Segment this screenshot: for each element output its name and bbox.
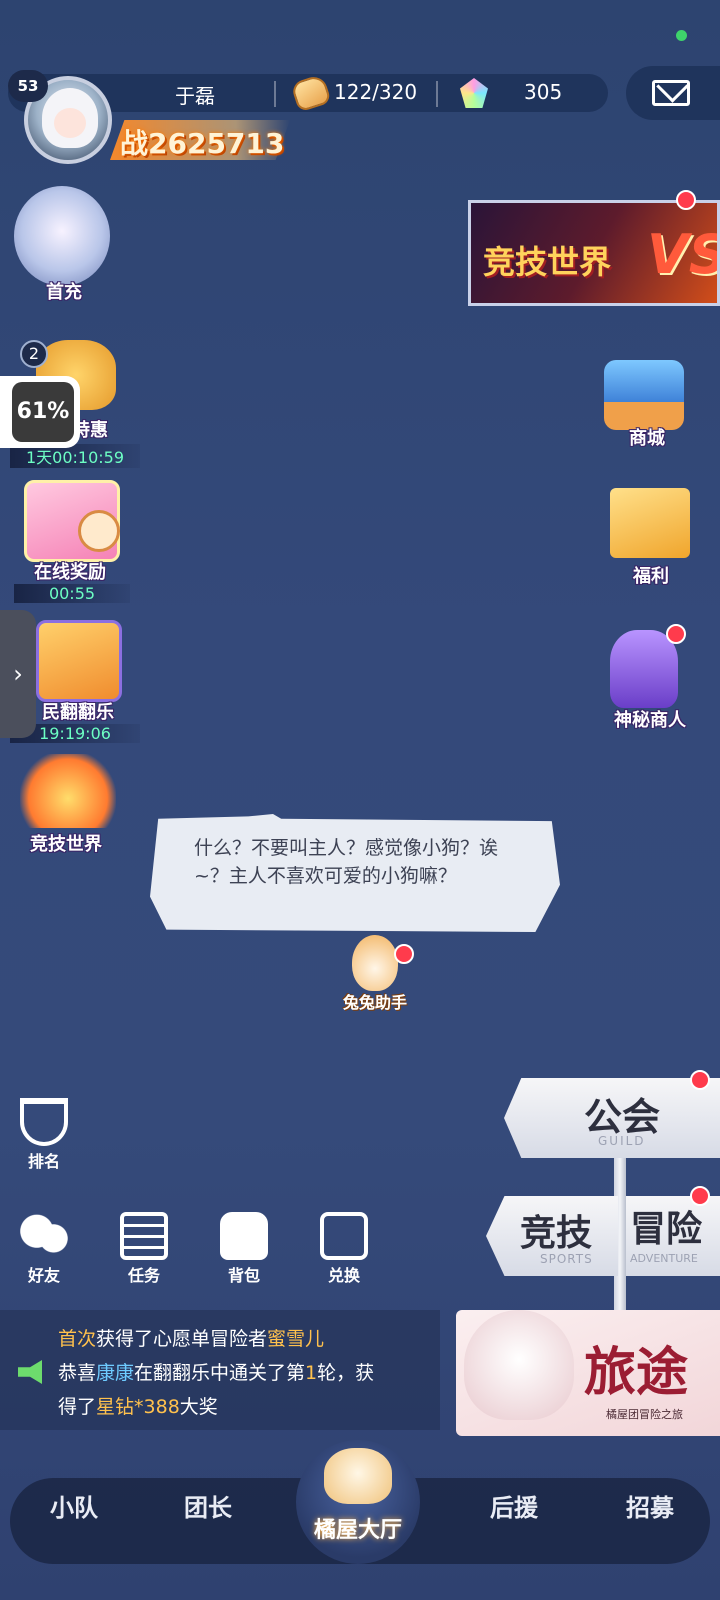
status-indicator [676,30,687,41]
activity-timer: 00:55 [14,584,130,603]
treasure-box-icon [610,488,690,558]
nav-team[interactable]: 小队 [24,1488,124,1523]
feed-message: 恭喜康康在翻翻乐中通关了第1轮，获 [58,1362,375,1384]
dialogue-text: 什么？不要叫主人？感觉像小狗？诶~？主人不喜欢可爱的小狗嘛？ [194,837,499,887]
shop-button[interactable]: 商城 [594,350,700,450]
stamina-count: 122/320 [334,80,418,104]
first-recharge-button[interactable]: 首充 [6,186,122,306]
mail-button[interactable] [626,66,720,120]
activity-label: 神秘商人 [614,710,686,731]
activity-label: 在线奖励 [34,562,106,583]
sign-sublabel: ADVENTURE [630,1252,698,1265]
combat-power: 战2625713 [120,127,285,160]
guild-sign-button[interactable]: 公会 GUILD [504,1078,720,1158]
shortcut-label: 好友 [27,1266,60,1285]
adventure-sign-button[interactable]: 冒险 ADVENTURE [626,1196,720,1276]
task-list-icon [120,1212,168,1260]
shortcut-label: 兑换 [327,1266,360,1285]
activity-label: 民翻翻乐 [42,702,114,723]
envelope-icon [652,80,690,106]
friends-button[interactable]: 好友 [12,1212,76,1288]
arena-world-button[interactable]: 竞技世界 [4,754,128,855]
sign-label: 公会 [584,1095,661,1139]
tasks-button[interactable]: 任务 [112,1212,176,1288]
sign-label: 竞技 [520,1213,593,1254]
welfare-button[interactable]: 福利 [598,474,704,588]
speaker-icon [18,1360,42,1384]
side-expand-tab[interactable]: › [0,610,36,738]
arena-emblem-icon [20,754,116,828]
shortcut-label: 任务 [127,1266,160,1285]
feed-message: 首次获得了心愿单冒险者蜜雪儿 [58,1328,325,1350]
shortcut-label: 排名 [27,1152,60,1171]
notification-dot [666,624,686,644]
level-badge: 53 [8,70,48,102]
banner-title: 竞技世界 [483,243,612,281]
notification-dot [690,1186,710,1206]
progress-percent: 61% [12,382,74,442]
nav-home-label: 橘屋大厅 [313,1518,402,1543]
bag-button[interactable]: 背包 [212,1212,276,1288]
activity-label: 福利 [633,566,669,587]
nav-home[interactable]: 橘屋大厅 [296,1440,420,1564]
clock-icon [78,510,120,552]
online-reward-button[interactable]: 在线奖励 00:55 [10,480,130,610]
mystery-merchant-button[interactable]: 神秘商人 [588,620,712,734]
notification-dot [676,190,696,210]
rabbit-icon [352,935,398,991]
player-name: 于磊 [175,84,215,108]
exchange-button[interactable]: 兑换 [312,1212,376,1288]
exchange-shop-icon [320,1212,368,1260]
shortcut-label: 背包 [227,1266,260,1285]
cat-mascot-icon [464,1310,574,1420]
notification-dot [394,944,414,964]
journey-subtitle: 橘屋团冒险之旅 [606,1408,683,1421]
backpack-icon [220,1212,268,1260]
sign-sublabel: SPORTS [540,1252,593,1266]
shop-icon [604,360,684,430]
gem-count: 305 [524,80,563,104]
nav-support[interactable]: 后援 [464,1488,564,1523]
assistant-label: 兔兔助手 [342,993,407,1012]
character-portrait [14,186,110,286]
news-feed: 首次获得了心愿单冒险者蜜雪儿 恭喜康康在翻翻乐中通关了第1轮，获 得了星钻*38… [0,1310,440,1430]
sports-sign-button[interactable]: 竞技 SPORTS [486,1196,618,1276]
divider [274,81,276,107]
rank-button[interactable]: 排名 [12,1098,76,1174]
activity-label: 竞技世界 [30,834,102,855]
journey-title: 旅途 [584,1343,689,1403]
vs-mark: VS [647,223,720,286]
trophy-icon [20,1098,68,1146]
merchant-icon [610,630,678,708]
activity-label: 首充 [46,282,82,303]
sign-sublabel: GUILD [598,1134,646,1148]
journey-button[interactable]: 旅途 橘屋团冒险之旅 [456,1310,720,1436]
notification-count: 2 [20,340,48,368]
cards-icon [36,620,122,702]
floating-progress-widget[interactable]: 61% [0,376,80,448]
feed-message: 得了星钻*388大奖 [58,1396,218,1418]
activity-label: 商城 [629,428,665,449]
nav-leader[interactable]: 团长 [158,1488,258,1523]
friends-icon [20,1212,68,1260]
notification-dot [690,1070,710,1090]
sign-label: 冒险 [630,1209,703,1250]
cat-house-icon [324,1448,392,1504]
arena-world-banner[interactable]: 竞技世界 VS [468,200,720,306]
divider [436,81,438,107]
nav-recruit[interactable]: 招募 [600,1488,700,1523]
speech-bubble: 什么？不要叫主人？感觉像小狗？诶~？主人不喜欢可爱的小狗嘛？ [150,814,560,932]
